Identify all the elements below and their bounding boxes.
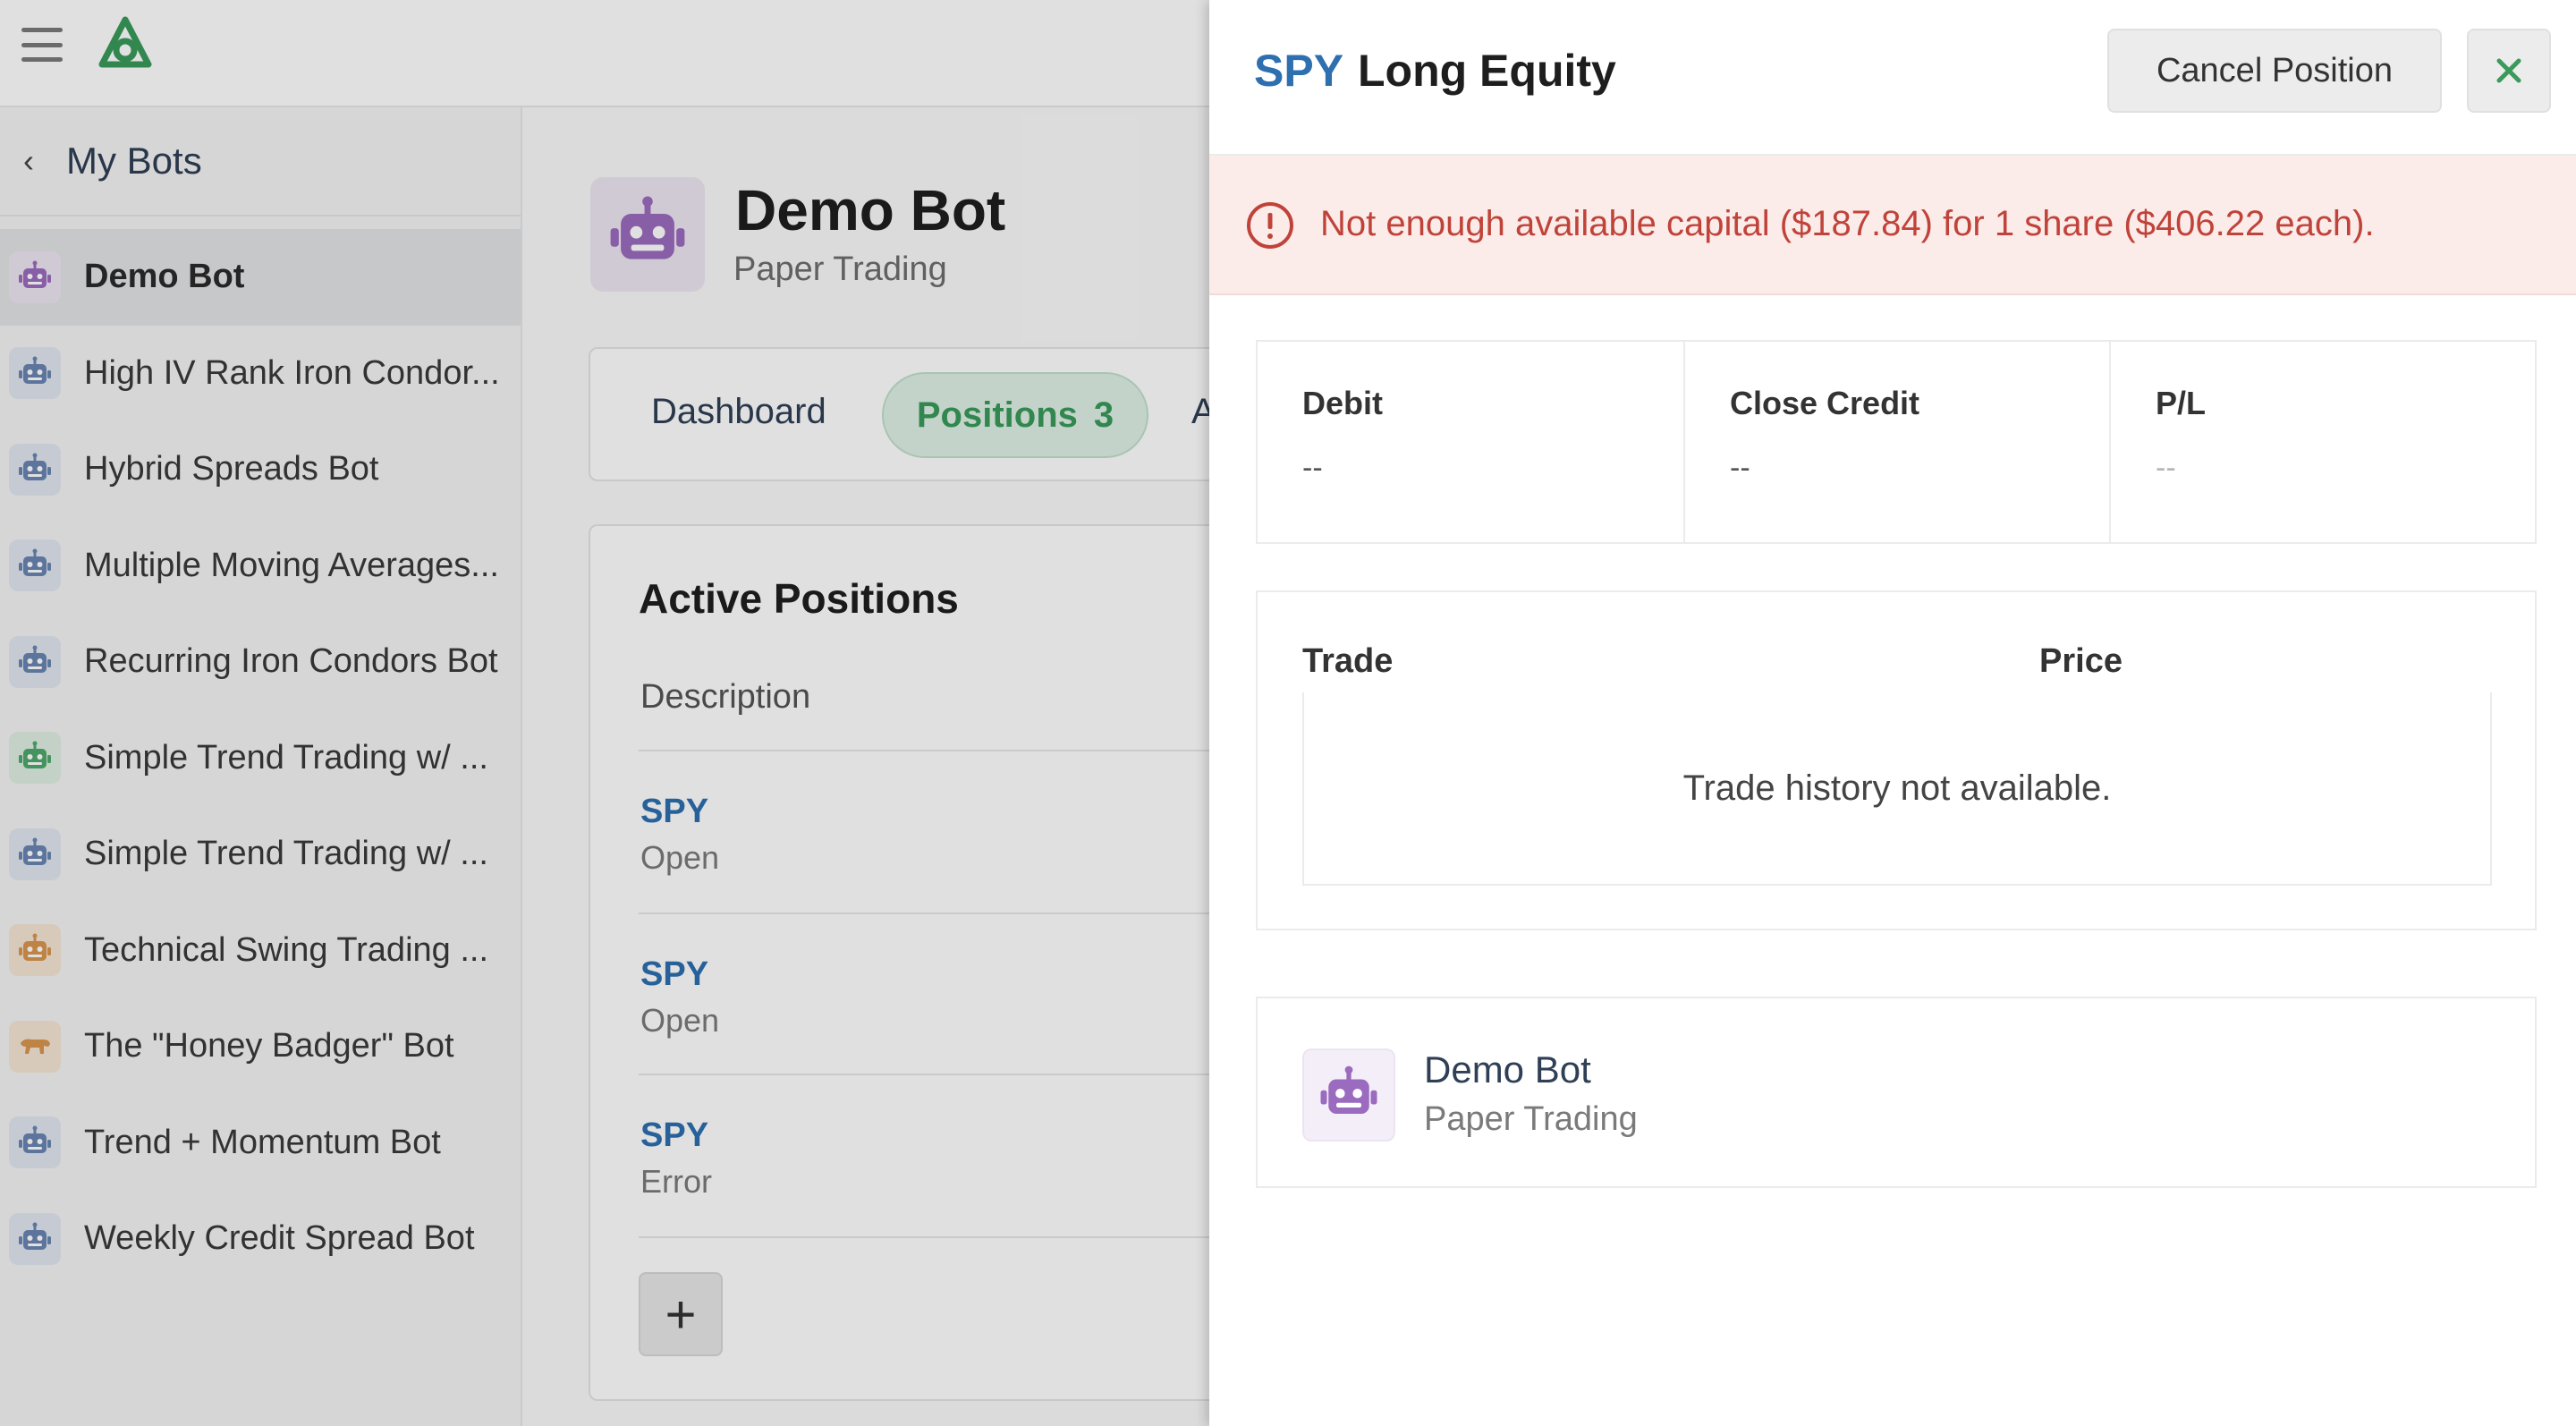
error-banner: Not enough available capital ($187.84) f… [1209,156,2576,295]
close-credit-label: Close Credit [1730,385,1920,421]
price-column-header: Price [2039,642,2123,680]
bot-card-subtitle: Paper Trading [1424,1100,1638,1138]
error-message: Not enough available capital ($187.84) f… [1320,204,2375,243]
trade-column-header: Trade [1302,642,1394,680]
pl-stat: P/L -- [2109,342,2537,542]
trade-history-card: Trade Price Trade history not available. [1256,590,2537,930]
close-icon[interactable] [2467,29,2551,113]
panel-title: Long Equity [1358,46,1616,96]
panel-symbol: SPY [1254,46,1344,96]
close-credit-value: -- [1730,451,1750,485]
bot-card[interactable]: Demo Bot Paper Trading [1256,997,2537,1188]
bot-card-name: Demo Bot [1424,1048,1591,1091]
cancel-position-button[interactable]: Cancel Position [2107,29,2442,113]
alert-circle-icon [1247,202,1293,249]
position-stats: Debit -- Close Credit -- P/L -- [1256,340,2537,544]
pl-value: -- [2156,451,2176,485]
position-detail-panel: SPY Long Equity Cancel Position Not enou… [1209,0,2576,1426]
debit-stat: Debit -- [1258,342,1683,542]
debit-label: Debit [1302,385,1383,421]
debit-value: -- [1302,451,1323,485]
robot-icon [1302,1048,1395,1142]
close-credit-stat: Close Credit -- [1683,342,2109,542]
trade-history-empty: Trade history not available. [1302,692,2492,886]
pl-label: P/L [2156,385,2207,421]
panel-header: SPY Long Equity Cancel Position [1209,0,2576,156]
